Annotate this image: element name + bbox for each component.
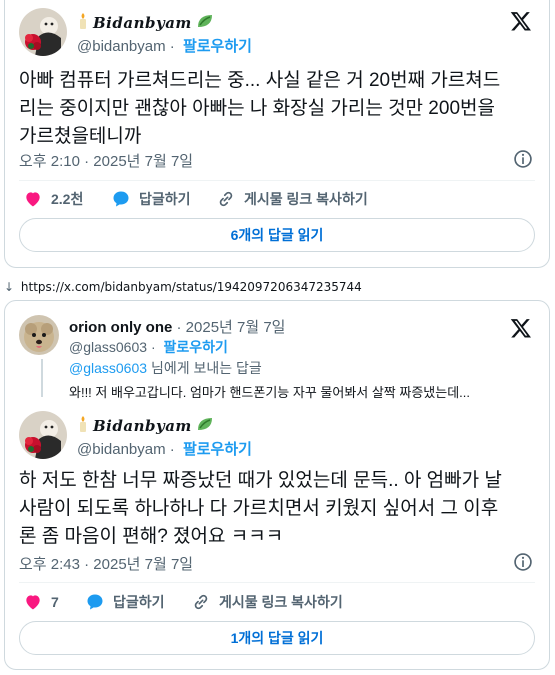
thread-line [41,359,43,397]
avatar-image [19,315,59,355]
read-replies-button[interactable]: 6개의 답글 읽기 [19,218,535,252]
tweet-card-1: Bidanbyam @bidanbyam · 팔로우하기 아빠 컴퓨터 가르쳐드… [4,0,550,268]
parent-handle-row: @glass0603 · 팔로우하기 [69,339,228,355]
like-count: 2.2천 [51,191,84,207]
link-icon [194,594,208,610]
reply-action[interactable]: 답글하기 [111,189,191,209]
reply-action[interactable]: 답글하기 [85,592,165,612]
author-display-name[interactable]: Bidanbyam [93,14,192,32]
replying-to-handle[interactable]: @glass0603 [69,360,147,376]
follow-button[interactable]: 팔로우하기 [164,339,228,355]
tweet-timestamp[interactable]: 오후 2:10 · 2025년 7월 7일 [19,150,193,171]
tweet-text-line: 아빠 컴퓨터 가르쳐드리는 중... 사실 같은 거 20번째 가르쳐드 [19,70,501,91]
x-logo-icon[interactable] [510,10,532,32]
author-name-row: Bidanbyam [77,416,214,436]
reply-label: 답글하기 [113,594,165,610]
like-action[interactable]: 2.2천 [23,189,83,209]
reply-bubble-icon [87,594,103,610]
source-url: ↓ https://x.com/bidanbyam/status/1942097… [4,280,362,294]
author-handle-row: @bidanbyam · 팔로우하기 [77,441,252,458]
follow-button[interactable]: 팔로우하기 [183,441,252,458]
like-action[interactable]: 7 [23,592,59,612]
parent-tweet-text[interactable]: 와!!! 저 배우고갑니다. 엄마가 핸드폰기능 자꾸 물어봐서 살짝 짜증냈는… [69,382,470,401]
reply-bubble-icon [113,191,129,207]
avatar-image [19,8,67,56]
url-text[interactable]: https://x.com/bidanbyam/status/194209720… [21,280,362,294]
bidanbyam-avatar[interactable] [19,411,67,459]
tweet-text-line: 리는 중이지만 괜찮아 아빠는 나 화장실 가리는 것만 200번을 [19,98,495,119]
author-handle[interactable]: @bidanbyam [77,441,166,458]
like-count: 7 [51,594,59,610]
author-name-row: Bidanbyam [77,13,214,33]
read-replies-button[interactable]: 1개의 답글 읽기 [19,621,535,655]
leaf-emoji-icon [196,13,214,33]
author-handle-row: @bidanbyam · 팔로우하기 [77,38,252,55]
candle-emoji-icon [77,13,89,33]
copy-link-label: 게시물 링크 복사하기 [219,594,343,610]
parent-author-row: orion only one · 2025년 7월 7일 [69,316,285,337]
bidanbyam-avatar[interactable] [19,8,67,56]
divider [19,582,535,583]
tweet-text-line: 가르쳤을테니까 [19,126,142,147]
replying-to-row: @glass0603 님에게 보내는 답글 [69,358,262,378]
copy-link-action[interactable]: 게시물 링크 복사하기 [216,189,368,209]
orion-avatar[interactable] [19,315,59,355]
candle-emoji-icon [77,416,89,436]
parent-display-name[interactable]: orion only one [69,319,172,336]
x-logo-icon[interactable] [510,317,532,339]
info-icon[interactable] [513,552,533,572]
heart-icon [26,595,40,610]
author-display-name[interactable]: Bidanbyam [93,417,192,435]
tweet-text-line: 론 좀 마음이 편해? 졌어요 ㅋㅋㅋ [19,526,284,547]
divider [19,180,535,181]
tweet-text-line: 하 저도 한참 너무 짜증났던 때가 있었는데 문득.. 아 엄빠가 날 [19,470,502,491]
link-icon [219,191,233,207]
leaf-emoji-icon [196,416,214,436]
author-handle[interactable]: @bidanbyam [77,38,166,55]
parent-handle[interactable]: @glass0603 [69,339,147,355]
copy-link-label: 게시물 링크 복사하기 [244,191,368,207]
info-icon[interactable] [513,149,533,169]
tweet-card-2: orion only one · 2025년 7월 7일 @glass0603 … [4,300,550,670]
parent-date[interactable]: · 2025년 7월 7일 [177,319,286,336]
reply-label: 답글하기 [139,191,191,207]
avatar-image [19,411,67,459]
tweet-timestamp[interactable]: 오후 2:43 · 2025년 7월 7일 [19,553,193,574]
down-arrow-icon: ↓ [4,280,15,294]
replying-to-label: 님에게 보내는 답글 [150,360,262,376]
tweet-text-line: 사람이 되도록 하나하나 다 가르치면서 키웠지 싶어서 그 이후 [19,498,499,519]
heart-icon [26,192,40,207]
tweet-text: 아빠 컴퓨터 가르쳐드리는 중... 사실 같은 거 20번째 가르쳐드 리는 … [19,67,500,151]
tweet-text: 하 저도 한참 너무 짜증났던 때가 있었는데 문득.. 아 엄빠가 날 사람이… [19,467,502,551]
follow-button[interactable]: 팔로우하기 [183,38,252,55]
copy-link-action[interactable]: 게시물 링크 복사하기 [191,592,343,612]
